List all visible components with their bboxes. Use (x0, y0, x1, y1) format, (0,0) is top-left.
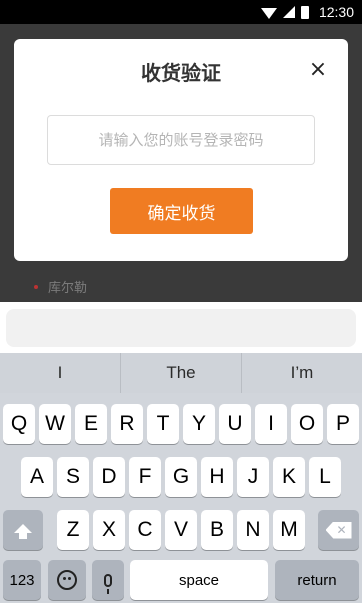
keyboard: I The I’m Q W E R T Y U I O P A S D F G … (0, 353, 362, 603)
key-k[interactable]: K (273, 457, 305, 497)
key-z[interactable]: Z (57, 510, 89, 550)
dictation-key[interactable] (92, 560, 124, 600)
key-w[interactable]: W (39, 404, 71, 444)
key-h[interactable]: H (201, 457, 233, 497)
numbers-key[interactable]: 123 (3, 560, 41, 600)
status-time: 12:30 (318, 4, 354, 20)
key-r[interactable]: R (111, 404, 143, 444)
background-list-item: 库尔勒 (34, 277, 87, 296)
key-b[interactable]: B (201, 510, 233, 550)
key-c[interactable]: C (129, 510, 161, 550)
key-t[interactable]: T (147, 404, 179, 444)
key-q[interactable]: Q (3, 404, 35, 444)
key-u[interactable]: U (219, 404, 251, 444)
close-icon[interactable]: × (306, 57, 330, 82)
battery-icon (300, 5, 309, 19)
input-accessory-bar (0, 302, 362, 353)
key-m[interactable]: M (273, 510, 305, 550)
shift-key[interactable] (3, 510, 43, 550)
key-i[interactable]: I (255, 404, 287, 444)
key-n[interactable]: N (237, 510, 269, 550)
emoji-icon (57, 570, 77, 590)
key-l[interactable]: L (309, 457, 341, 497)
dialog-title: 收货验证 (141, 61, 221, 85)
key-o[interactable]: O (291, 404, 323, 444)
key-d[interactable]: D (93, 457, 125, 497)
microphone-icon (104, 573, 112, 594)
suggestion-bar: I The I’m (0, 353, 362, 393)
key-p[interactable]: P (327, 404, 359, 444)
backspace-key[interactable]: ✕ (318, 510, 359, 550)
emoji-key[interactable] (48, 560, 86, 600)
key-e[interactable]: E (75, 404, 107, 444)
text-field[interactable] (6, 309, 356, 347)
wifi-icon (260, 7, 277, 19)
signal-icon (282, 6, 295, 18)
status-bar: 12:30 (0, 0, 362, 24)
return-key[interactable]: return (275, 560, 359, 600)
key-x[interactable]: X (93, 510, 125, 550)
space-key[interactable]: space (130, 560, 268, 600)
backspace-icon: ✕ (325, 521, 352, 539)
key-y[interactable]: Y (183, 404, 215, 444)
background-list-item-label: 库尔勒 (48, 281, 88, 296)
key-f[interactable]: F (129, 457, 161, 497)
receipt-verification-dialog: 收货验证 × 确定收货 (14, 39, 348, 261)
suggestion-1[interactable]: I (0, 353, 121, 393)
key-g[interactable]: G (165, 457, 197, 497)
key-j[interactable]: J (237, 457, 269, 497)
key-s[interactable]: S (57, 457, 89, 497)
suggestion-2[interactable]: The (121, 353, 242, 393)
key-v[interactable]: V (165, 510, 197, 550)
suggestion-3[interactable]: I’m (242, 353, 362, 393)
password-input[interactable] (47, 115, 315, 165)
bullet-icon (34, 284, 38, 289)
confirm-receipt-button[interactable]: 确定收货 (110, 188, 253, 234)
key-a[interactable]: A (21, 457, 53, 497)
